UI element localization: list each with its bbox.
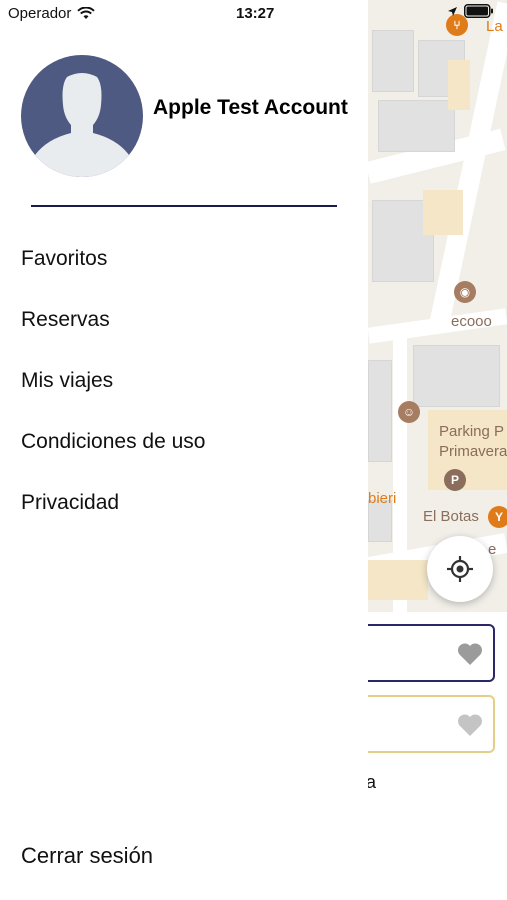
navigation-drawer: Apple Test Account Favoritos Reservas Mi… [0, 0, 368, 900]
user-placeholder-icon [35, 73, 129, 177]
crosshair-icon [447, 556, 473, 582]
theater-icon[interactable]: ☺ [398, 401, 420, 423]
location-arrow-icon [448, 6, 457, 16]
menu-item-privacidad[interactable]: Privacidad [21, 472, 205, 533]
menu-item-favoritos[interactable]: Favoritos [21, 228, 205, 289]
poi-label-bieri: bieri [368, 490, 397, 507]
menu-item-reservas[interactable]: Reservas [21, 289, 205, 350]
locate-me-button[interactable] [427, 536, 493, 602]
avatar[interactable] [21, 55, 143, 177]
logout-button[interactable]: Cerrar sesión [21, 843, 153, 869]
user-name: Apple Test Account [153, 96, 348, 119]
heart-icon[interactable] [457, 713, 483, 737]
wifi-icon [77, 7, 96, 19]
menu-item-mis-viajes[interactable]: Mis viajes [21, 350, 205, 411]
battery-icon [464, 4, 493, 18]
divider [31, 205, 337, 207]
heart-icon[interactable] [457, 642, 483, 666]
result-card[interactable] [362, 624, 495, 682]
carrier-label: Operador [8, 5, 72, 22]
result-card[interactable] [362, 695, 495, 753]
status-carrier: Operador [8, 5, 96, 22]
poi-label-ecooo: ecooo [451, 313, 492, 330]
map-view[interactable]: ⑂ ◉ ☺ P Y La ecooo Parking P Primavera b… [368, 0, 507, 612]
poi-label-el-botas: El Botas [423, 508, 479, 525]
parking-icon[interactable]: P [444, 469, 466, 491]
status-time: 13:27 [236, 5, 275, 22]
donut-shop-icon[interactable]: ◉ [454, 281, 476, 303]
bar-icon[interactable]: Y [488, 506, 507, 528]
drawer-menu: Favoritos Reservas Mis viajes Condicione… [21, 228, 205, 533]
menu-item-condiciones-de-uso[interactable]: Condiciones de uso [21, 411, 205, 472]
status-indicators [447, 4, 494, 18]
poi-label-parking-1: Parking P [439, 423, 505, 440]
poi-label-parking-2: Primavera [439, 443, 507, 460]
poi-label-top: La [486, 18, 503, 35]
